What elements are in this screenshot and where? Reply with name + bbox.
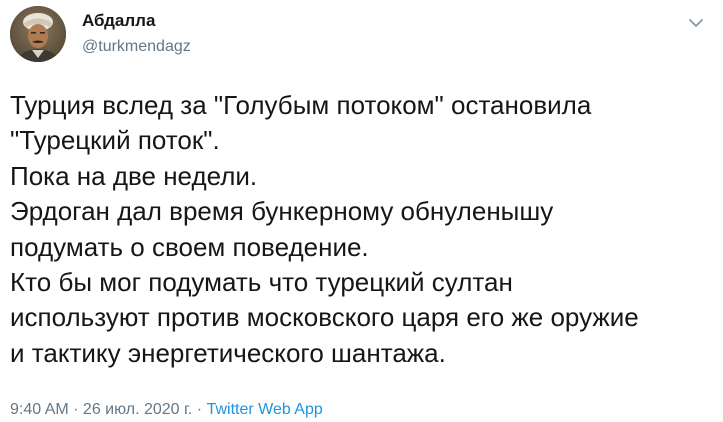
- tweet-meta: 9:40 AM · 26 июл. 2020 г. · Twitter Web …: [10, 399, 323, 421]
- tweet-header: Абдалла @turkmendagz: [82, 10, 191, 58]
- tweet-card: Абдалла @turkmendagz Турция вслед за "Го…: [0, 0, 723, 422]
- tweet-time[interactable]: 9:40 AM: [10, 401, 69, 418]
- display-name[interactable]: Абдалла: [82, 10, 191, 32]
- tweet-date[interactable]: 26 июл. 2020 г.: [83, 401, 192, 418]
- avatar[interactable]: [10, 6, 66, 62]
- tweet-text-line: "Турецкий поток".: [10, 125, 220, 156]
- tweet-text-line: Турция вслед за "Голубым потоком" остано…: [10, 90, 592, 120]
- tweet-text: Турция вслед за "Голубым потоком" остано…: [10, 88, 720, 371]
- user-avatar-photo-icon: [10, 6, 66, 62]
- tweet-text-line: используют против московского царя его ж…: [10, 302, 639, 333]
- meta-separator: ·: [192, 401, 207, 418]
- user-handle[interactable]: @turkmendagz: [82, 36, 191, 58]
- tweet-text-line: Кто бы мог подумать что турецкий султан: [10, 267, 513, 298]
- tweet-text-line: подумать о своем поведение.: [10, 231, 369, 262]
- tweet-source-link[interactable]: Twitter Web App: [207, 401, 323, 418]
- more-options-button[interactable]: [685, 12, 707, 34]
- meta-separator: ·: [68, 401, 83, 418]
- tweet-text-line: Эрдоган дал время бункерному обнуленышу: [10, 196, 554, 227]
- tweet-text-line: и тактику энергетического шантажа.: [10, 337, 446, 368]
- tweet-text-line: Пока на две недели.: [10, 160, 258, 191]
- chevron-down-icon: [689, 19, 703, 27]
